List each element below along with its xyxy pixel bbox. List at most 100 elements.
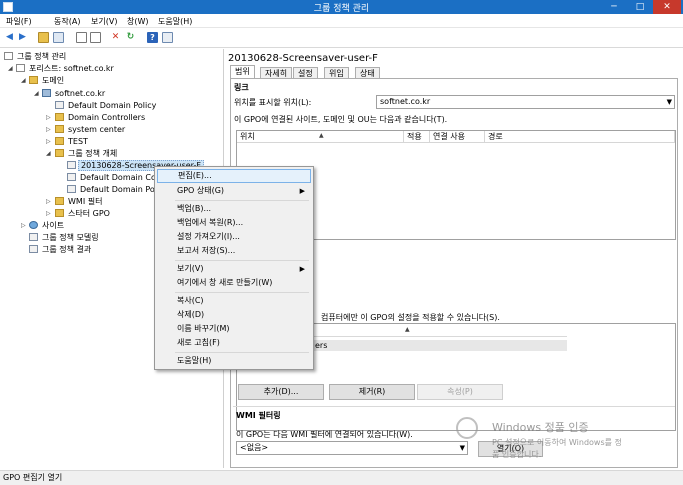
- tree-root[interactable]: 그룹 정책 관리: [4, 51, 66, 62]
- tree-gpo-default-dp[interactable]: Default Domain Poli: [67, 184, 159, 195]
- menu-item-view[interactable]: 보기(V) ▶: [157, 262, 311, 276]
- tree-domain-controllers[interactable]: Domain Controllers: [55, 112, 145, 123]
- gpo-icon: [67, 185, 76, 193]
- tree-system-center[interactable]: system center: [55, 124, 125, 135]
- menu-item-delete[interactable]: 삭제(D): [157, 308, 311, 322]
- modeling-icon: [29, 233, 38, 241]
- links-description: 이 GPO에 연결된 사이트, 도메인 및 OU는 다음과 같습니다(T).: [234, 115, 448, 124]
- expand-arrow-icon[interactable]: ◢: [34, 90, 39, 97]
- collapsed-arrow-icon[interactable]: ▷: [46, 126, 51, 133]
- menu-item-import[interactable]: 설정 가져오기(I)...: [157, 230, 311, 244]
- show-tree-icon[interactable]: [53, 32, 64, 43]
- column-enforced[interactable]: 적용: [404, 131, 430, 143]
- close-button[interactable]: ✕: [653, 0, 681, 14]
- domain-icon: [42, 89, 51, 97]
- links-location-label: 위치를 표시할 위치(L):: [234, 98, 312, 107]
- window-title: 그룹 정책 관리: [313, 4, 370, 14]
- properties-icon[interactable]: [162, 32, 173, 43]
- folder-icon: [55, 209, 64, 217]
- menu-item-help[interactable]: 도움말(H): [157, 354, 311, 368]
- menu-item-copy[interactable]: 복사(C): [157, 294, 311, 308]
- tree-gp-results[interactable]: 그룹 정책 결과: [29, 244, 91, 255]
- maximize-button[interactable]: □: [627, 0, 653, 14]
- wmi-description: 이 GPO는 다음 WMI 필터에 연결되어 있습니다(W).: [236, 430, 413, 439]
- menu-item-backup[interactable]: 백업(B)...: [157, 202, 311, 216]
- menu-action[interactable]: 동작(A): [54, 16, 80, 27]
- activation-watermark-icon: [456, 417, 478, 439]
- gpo-icon: [67, 173, 76, 181]
- folder-icon: [29, 76, 38, 84]
- filter-description: 컴퓨터에만 이 GPO의 설정을 적용할 수 있습니다(S).: [321, 313, 500, 322]
- tree-default-domain-policy[interactable]: Default Domain Policy: [55, 100, 156, 111]
- column-link-enabled[interactable]: 연결 사용: [430, 131, 485, 143]
- collapsed-arrow-icon[interactable]: ▷: [46, 210, 51, 217]
- wmi-filter-select[interactable]: <없음> ▼: [236, 441, 468, 455]
- remove-button[interactable]: 제거(R): [329, 384, 415, 400]
- expand-arrow-icon[interactable]: ◢: [46, 150, 51, 157]
- properties-button[interactable]: 속성(P): [417, 384, 503, 400]
- folder-icon: [55, 149, 64, 157]
- tree-gp-modeling[interactable]: 그룹 정책 모델링: [29, 232, 99, 243]
- chevron-down-icon: ▼: [459, 444, 465, 452]
- tree-starter-gpo[interactable]: 스타터 GPO: [55, 208, 110, 219]
- section-divider: [233, 406, 675, 407]
- chevron-down-icon: ▼: [666, 98, 672, 106]
- context-menu: 편집(E)... GPO 상태(G) ▶ 백업(B)... 백업에서 복원(R)…: [154, 166, 314, 370]
- collapsed-arrow-icon[interactable]: ▷: [46, 198, 51, 205]
- menu-window[interactable]: 창(W): [127, 16, 149, 27]
- menu-file[interactable]: 파일(F): [6, 16, 32, 27]
- toolbar: ◀ ▶ ✕ ↻ ?: [0, 28, 683, 48]
- tree-test[interactable]: TEST: [55, 136, 88, 147]
- menu-item-save-report[interactable]: 보고서 저장(S)...: [157, 244, 311, 258]
- gpo-title: 20130628-Screensaver-user-F: [228, 53, 378, 64]
- menu-item-gpo-status[interactable]: GPO 상태(G) ▶: [157, 184, 311, 198]
- minimize-button[interactable]: ─: [601, 0, 627, 14]
- forward-icon[interactable]: ▶: [17, 32, 28, 43]
- tree-forest[interactable]: 포리스트: softnet.co.kr: [16, 63, 114, 74]
- menu-separator: [175, 200, 309, 201]
- copy-icon[interactable]: [76, 32, 87, 43]
- menu-item-new-window[interactable]: 여기에서 창 새로 만들기(W): [157, 276, 311, 290]
- tree-domain[interactable]: softnet.co.kr: [42, 88, 105, 99]
- site-icon: [29, 221, 38, 229]
- menu-view[interactable]: 보기(V): [91, 16, 117, 27]
- expand-arrow-icon[interactable]: ◢: [21, 77, 26, 84]
- gpo-icon: [67, 161, 76, 169]
- menu-separator: [175, 260, 309, 261]
- menu-item-rename[interactable]: 이름 바꾸기(M): [157, 322, 311, 336]
- tree-domains[interactable]: 도메인: [29, 75, 64, 86]
- tree-wmi-filters[interactable]: WMI 필터: [55, 196, 102, 207]
- links-heading: 링크: [234, 83, 249, 92]
- watermark-line3: 품 인증합니다.: [492, 450, 542, 459]
- menu-item-restore[interactable]: 백업에서 복원(R)...: [157, 216, 311, 230]
- collapsed-arrow-icon[interactable]: ▷: [46, 138, 51, 145]
- help-icon[interactable]: ?: [147, 32, 158, 43]
- back-icon[interactable]: ◀: [4, 32, 15, 43]
- tree-gpo-objects[interactable]: 그룹 정책 개체: [55, 148, 117, 159]
- menu-help[interactable]: 도움말(H): [158, 16, 192, 27]
- column-path[interactable]: 경로: [485, 131, 675, 143]
- menu-item-edit[interactable]: 편집(E)...: [157, 169, 311, 183]
- menu-item-refresh[interactable]: 새로 고침(F): [157, 336, 311, 350]
- collapsed-arrow-icon[interactable]: ▷: [46, 114, 51, 121]
- expand-arrow-icon[interactable]: ◢: [8, 65, 13, 72]
- collapsed-arrow-icon[interactable]: ▷: [21, 222, 26, 229]
- chevron-right-icon: ▶: [299, 187, 305, 195]
- delete-icon[interactable]: ✕: [110, 32, 121, 43]
- folder-icon: [55, 197, 64, 205]
- tree-gpo-default-dc[interactable]: Default Domain Con: [67, 172, 161, 183]
- links-location-select[interactable]: softnet.co.kr ▼: [376, 95, 675, 109]
- tab-scope[interactable]: 범위: [230, 65, 255, 79]
- paste-icon[interactable]: [90, 32, 101, 43]
- up-icon[interactable]: [38, 32, 49, 43]
- watermark-line2: PC 설정으로 이동하여 Windows를 정: [492, 438, 622, 447]
- add-button[interactable]: 추가(D)...: [238, 384, 324, 400]
- wmi-heading: WMI 필터링: [236, 411, 281, 420]
- forest-icon: [16, 64, 25, 72]
- tree-sites[interactable]: 사이트: [29, 220, 64, 231]
- refresh-icon[interactable]: ↻: [125, 32, 136, 43]
- results-icon: [29, 245, 38, 253]
- menu-bar: 파일(F) 동작(A) 보기(V) 창(W) 도움말(H): [0, 14, 683, 28]
- chevron-right-icon: ▶: [299, 265, 305, 273]
- ou-icon: [55, 137, 64, 145]
